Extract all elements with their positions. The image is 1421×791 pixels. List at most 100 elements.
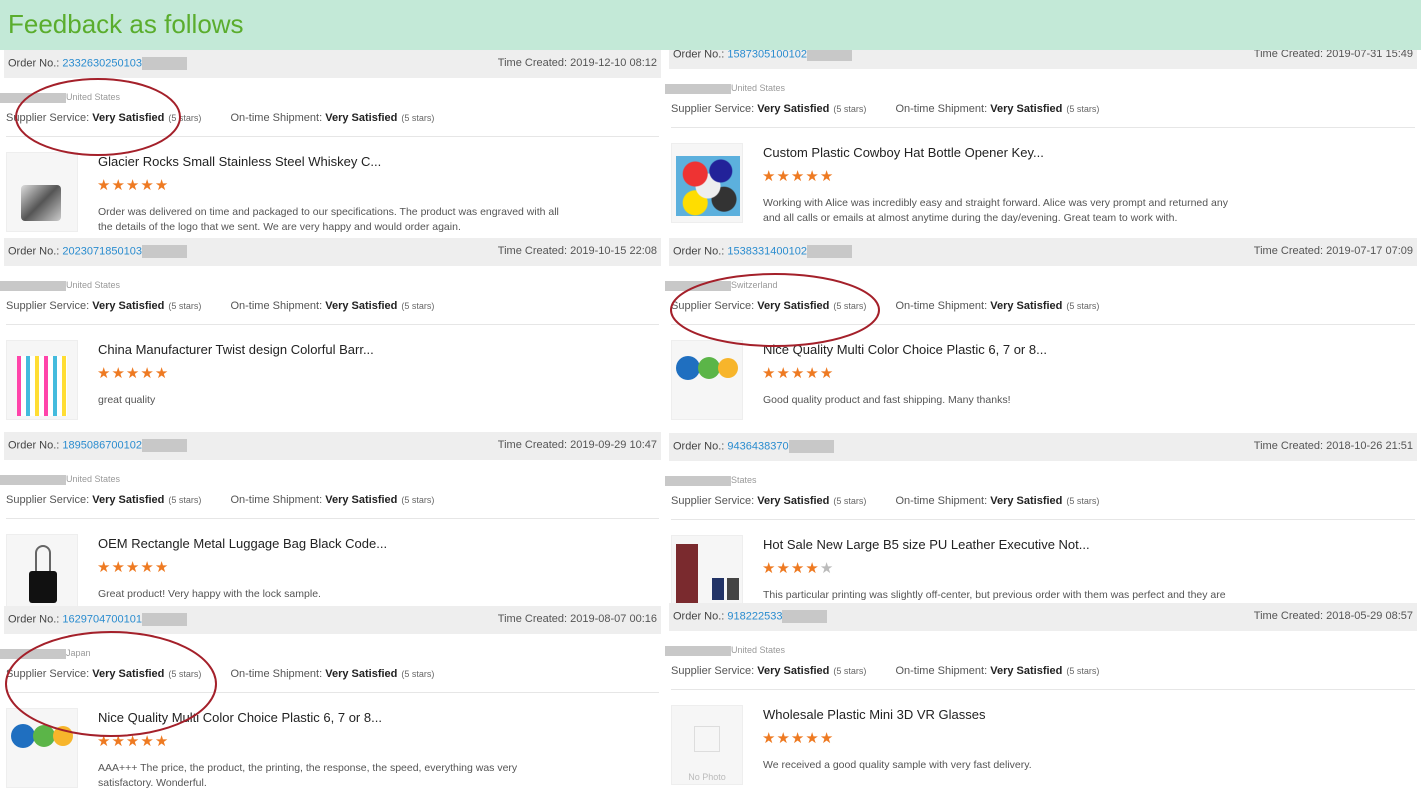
review-comment: great quality — [98, 394, 156, 406]
shipment-rating: Very Satisfied — [990, 300, 1063, 312]
product-image-color-discs[interactable] — [671, 340, 743, 420]
order-bar: Order No.: 1538331400102 Time Created: 2… — [669, 238, 1417, 266]
product-title-link[interactable]: Nice Quality Multi Color Choice Plastic … — [763, 342, 1047, 357]
time-created: 2019-12-10 08:12 — [570, 57, 657, 69]
time-created: 2019-10-15 22:08 — [570, 245, 657, 257]
supplier-rating: Very Satisfied — [757, 665, 830, 677]
buyer-country: United States — [665, 645, 785, 656]
shipment-rating: Very Satisfied — [990, 495, 1063, 507]
feedback-card: Order No.: 918222533 Time Created: 2018-… — [665, 603, 1421, 788]
buyer-country: Switzerland — [665, 280, 778, 291]
divider — [671, 324, 1415, 325]
redaction — [141, 245, 187, 258]
buyer-country: United States — [0, 280, 120, 291]
time-label: Time Created: — [1253, 610, 1324, 622]
shipment-rating: Very Satisfied — [325, 668, 398, 680]
product-title-link[interactable]: Custom Plastic Cowboy Hat Bottle Opener … — [763, 145, 1044, 160]
divider — [671, 689, 1415, 690]
redaction — [665, 280, 731, 291]
product-title-link[interactable]: China Manufacturer Twist design Colorful… — [98, 342, 374, 357]
star-icon: ★ — [776, 560, 791, 577]
order-label: Order No.: — [8, 245, 60, 258]
star-icon: ★ — [111, 559, 126, 576]
feedback-card: Order No.: 2332630250103 Time Created: 2… — [0, 50, 665, 238]
feedback-card: Order No.: 1895086700102 Time Created: 2… — [0, 432, 665, 614]
ratings-row: Supplier Service: Very Satisfied (5 stars… — [671, 103, 1100, 115]
redaction — [788, 440, 834, 453]
redaction — [665, 475, 731, 486]
star-icon: ★ — [154, 733, 170, 750]
supplier-rating: Very Satisfied — [757, 103, 830, 115]
redaction — [665, 645, 731, 656]
supplier-rating: Very Satisfied — [757, 300, 830, 312]
review-comment: Good quality product and fast shipping. … — [763, 394, 1011, 406]
product-image-color-discs[interactable] — [6, 708, 78, 788]
divider — [671, 519, 1415, 520]
order-label: Order No.: — [673, 48, 725, 61]
star-icon: ★ — [805, 168, 820, 185]
redaction — [141, 57, 187, 70]
order-number-link[interactable]: 1895086700102 — [62, 439, 142, 451]
ratings-row: Supplier Service: Very Satisfied (5 stars… — [671, 300, 1100, 312]
supplier-rating: Very Satisfied — [92, 112, 165, 124]
product-image-no-photo[interactable]: No Photo — [671, 705, 743, 785]
order-label: Order No.: — [673, 440, 725, 453]
product-image-steel-cubes[interactable] — [6, 152, 78, 232]
product-title-link[interactable]: Wholesale Plastic Mini 3D VR Glasses — [763, 707, 986, 722]
feedback-card: Order No.: 1587305100102 Time Created: 2… — [665, 41, 1421, 238]
feedback-card: Order No.: 1629704700101 Time Created: 2… — [0, 606, 665, 789]
redaction — [0, 280, 66, 291]
feedback-card: Order No.: 2023071850103 Time Created: 2… — [0, 238, 665, 432]
product-title-link[interactable]: Hot Sale New Large B5 size PU Leather Ex… — [763, 537, 1090, 552]
ratings-row: Supplier Service: Very Satisfied (5 stars… — [671, 495, 1100, 507]
order-number-link[interactable]: 1629704700101 — [62, 613, 142, 625]
feedback-card: Order No.: 1538331400102 Time Created: 2… — [665, 238, 1421, 433]
star-icon: ★ — [125, 365, 141, 382]
product-title-link[interactable]: Glacier Rocks Small Stainless Steel Whis… — [98, 154, 381, 169]
shipment-rating: Very Satisfied — [990, 103, 1063, 115]
buyer-country: United States — [0, 474, 120, 485]
star-icon: ★ — [819, 560, 835, 577]
feedback-card: Order No.: 9436438370 Time Created: 2018… — [665, 433, 1421, 616]
supplier-rating: Very Satisfied — [92, 668, 165, 680]
time-label: Time Created: — [497, 613, 568, 625]
product-image-pens[interactable] — [6, 340, 78, 420]
redaction — [141, 439, 187, 452]
star-icon: ★ — [819, 730, 835, 747]
buyer-country: States — [665, 475, 757, 486]
order-bar: Order No.: 2332630250103 Time Created: 2… — [4, 50, 661, 78]
review-comment: Order was delivered on time and packaged… — [98, 206, 559, 233]
order-bar: Order No.: 2023071850103 Time Created: 2… — [4, 238, 661, 266]
time-created: 2018-05-29 08:57 — [1326, 610, 1413, 622]
order-number-link[interactable]: 9436438370 — [727, 440, 788, 452]
order-number-link[interactable]: 2332630250103 — [62, 57, 142, 69]
time-created: 2018-10-26 21:51 — [1326, 440, 1413, 452]
buyer-country: United States — [665, 83, 785, 94]
product-title-link[interactable]: Nice Quality Multi Color Choice Plastic … — [98, 710, 382, 725]
order-label: Order No.: — [8, 439, 60, 452]
star-icon: ★ — [125, 733, 141, 750]
star-icon: ★ — [97, 177, 112, 194]
divider — [6, 692, 659, 693]
redaction — [806, 245, 852, 258]
order-label: Order No.: — [673, 245, 725, 258]
order-bar: Order No.: 918222533 Time Created: 2018-… — [669, 603, 1417, 631]
no-photo-label: No Photo — [688, 772, 726, 782]
star-icon: ★ — [125, 559, 141, 576]
star-rating: ★★★★★ — [762, 559, 834, 577]
order-number-link[interactable]: 1538331400102 — [727, 245, 807, 257]
order-number-link[interactable]: 2023071850103 — [62, 245, 142, 257]
supplier-rating: Very Satisfied — [92, 494, 165, 506]
product-image-hats[interactable] — [671, 143, 743, 223]
time-created: 2019-08-07 00:16 — [570, 613, 657, 625]
product-image-lock[interactable] — [6, 534, 78, 614]
star-icon: ★ — [790, 168, 806, 185]
redaction — [0, 474, 66, 485]
order-number-link[interactable]: 1587305100102 — [727, 48, 807, 60]
divider — [671, 127, 1415, 128]
product-title-link[interactable]: OEM Rectangle Metal Luggage Bag Black Co… — [98, 536, 387, 551]
star-icon: ★ — [819, 168, 835, 185]
star-rating: ★★★★★ — [762, 364, 834, 382]
ratings-row: Supplier Service: Very Satisfied (5 stars… — [6, 112, 435, 124]
order-number-link[interactable]: 918222533 — [727, 610, 782, 622]
